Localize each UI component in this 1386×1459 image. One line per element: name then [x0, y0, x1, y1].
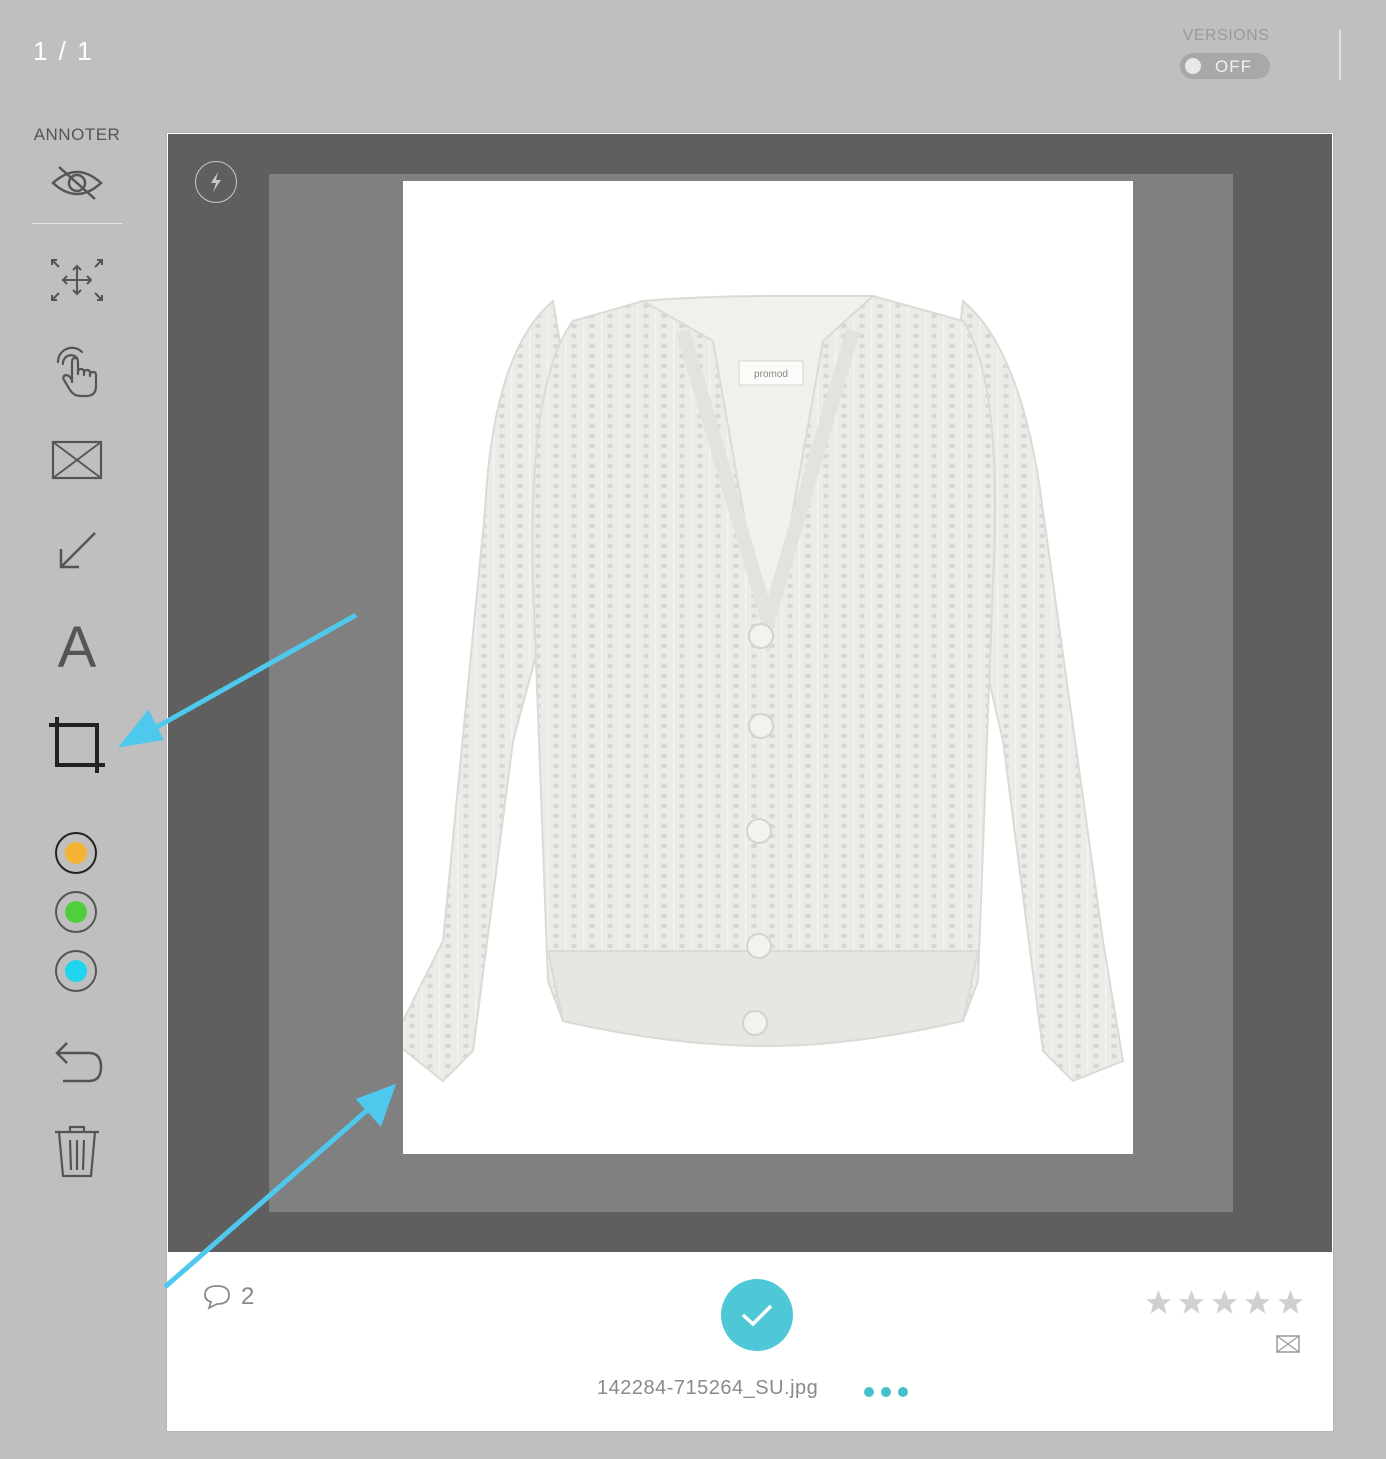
- toggle-state: OFF: [1215, 57, 1252, 76]
- checkmark-icon: [741, 1304, 773, 1327]
- color-cyan-dot: [65, 960, 87, 982]
- toolbar-title: ANNOTER: [33, 125, 121, 144]
- more-dot: [881, 1387, 891, 1397]
- eye-off-icon: [51, 166, 103, 200]
- more-dot: [898, 1387, 908, 1397]
- move-tool-button[interactable]: [42, 250, 112, 310]
- crop-icon: [49, 717, 105, 773]
- more-dot: [864, 1387, 874, 1397]
- toggle-knob: [1185, 58, 1201, 74]
- mail-button[interactable]: [1276, 1335, 1300, 1358]
- arrow-icon: [59, 532, 96, 569]
- hand-pointer-icon: [56, 346, 98, 398]
- versions-label: VERSIONS: [1182, 27, 1270, 44]
- crop-tool-button[interactable]: [42, 715, 112, 775]
- quick-action-button[interactable]: [195, 161, 237, 203]
- point-tool-button[interactable]: [42, 340, 112, 400]
- rectangle-tool-button[interactable]: [42, 430, 112, 490]
- envelope-icon: [1276, 1335, 1300, 1353]
- undo-icon: [55, 1042, 103, 1083]
- asset-card: promod 2 142284-715264_SU.jpg: [167, 133, 1333, 1431]
- cardigan-image: promod: [391, 294, 1125, 1083]
- approve-button[interactable]: [721, 1279, 793, 1351]
- star-icon[interactable]: [1145, 1289, 1172, 1316]
- rectangle-icon: [51, 440, 103, 480]
- versions-toggle[interactable]: OFF: [1180, 53, 1270, 79]
- color-orange[interactable]: [55, 832, 97, 874]
- comment-icon: [204, 1285, 230, 1310]
- annotation-toolbar: ANNOTER A: [22, 125, 132, 1178]
- move-icon: [51, 259, 103, 301]
- color-green-dot: [65, 901, 87, 923]
- comments-counter[interactable]: 2: [203, 1283, 254, 1311]
- undo-button[interactable]: [42, 1031, 112, 1091]
- toggle-annotations-button[interactable]: [42, 153, 112, 213]
- color-cyan[interactable]: [55, 950, 97, 992]
- star-icon[interactable]: [1244, 1289, 1271, 1316]
- star-icon[interactable]: [1211, 1289, 1238, 1316]
- star-rating: [1145, 1289, 1304, 1316]
- image-viewer[interactable]: promod: [168, 134, 1332, 1252]
- product-photo: promod: [391, 181, 1133, 1154]
- color-green[interactable]: [55, 891, 97, 933]
- text-icon: A: [57, 614, 97, 680]
- comment-count: 2: [241, 1283, 255, 1310]
- color-orange-dot: [65, 842, 87, 864]
- file-name: 142284-715264_SU.jpg: [597, 1377, 819, 1399]
- star-icon[interactable]: [1277, 1289, 1304, 1316]
- top-divider: [1339, 30, 1341, 80]
- text-tool-button[interactable]: A: [42, 615, 112, 680]
- page-counter: 1 / 1: [33, 36, 94, 66]
- star-icon[interactable]: [1178, 1289, 1205, 1316]
- versions-control: VERSIONS OFF: [1180, 27, 1272, 79]
- garment-label: promod: [754, 369, 788, 380]
- more-options-button[interactable]: [864, 1387, 908, 1397]
- arrow-tool-button[interactable]: [42, 521, 112, 581]
- lightning-icon: [211, 172, 221, 192]
- trash-icon: [55, 1125, 99, 1178]
- toolbar-separator: [32, 223, 122, 224]
- delete-button[interactable]: [42, 1121, 112, 1181]
